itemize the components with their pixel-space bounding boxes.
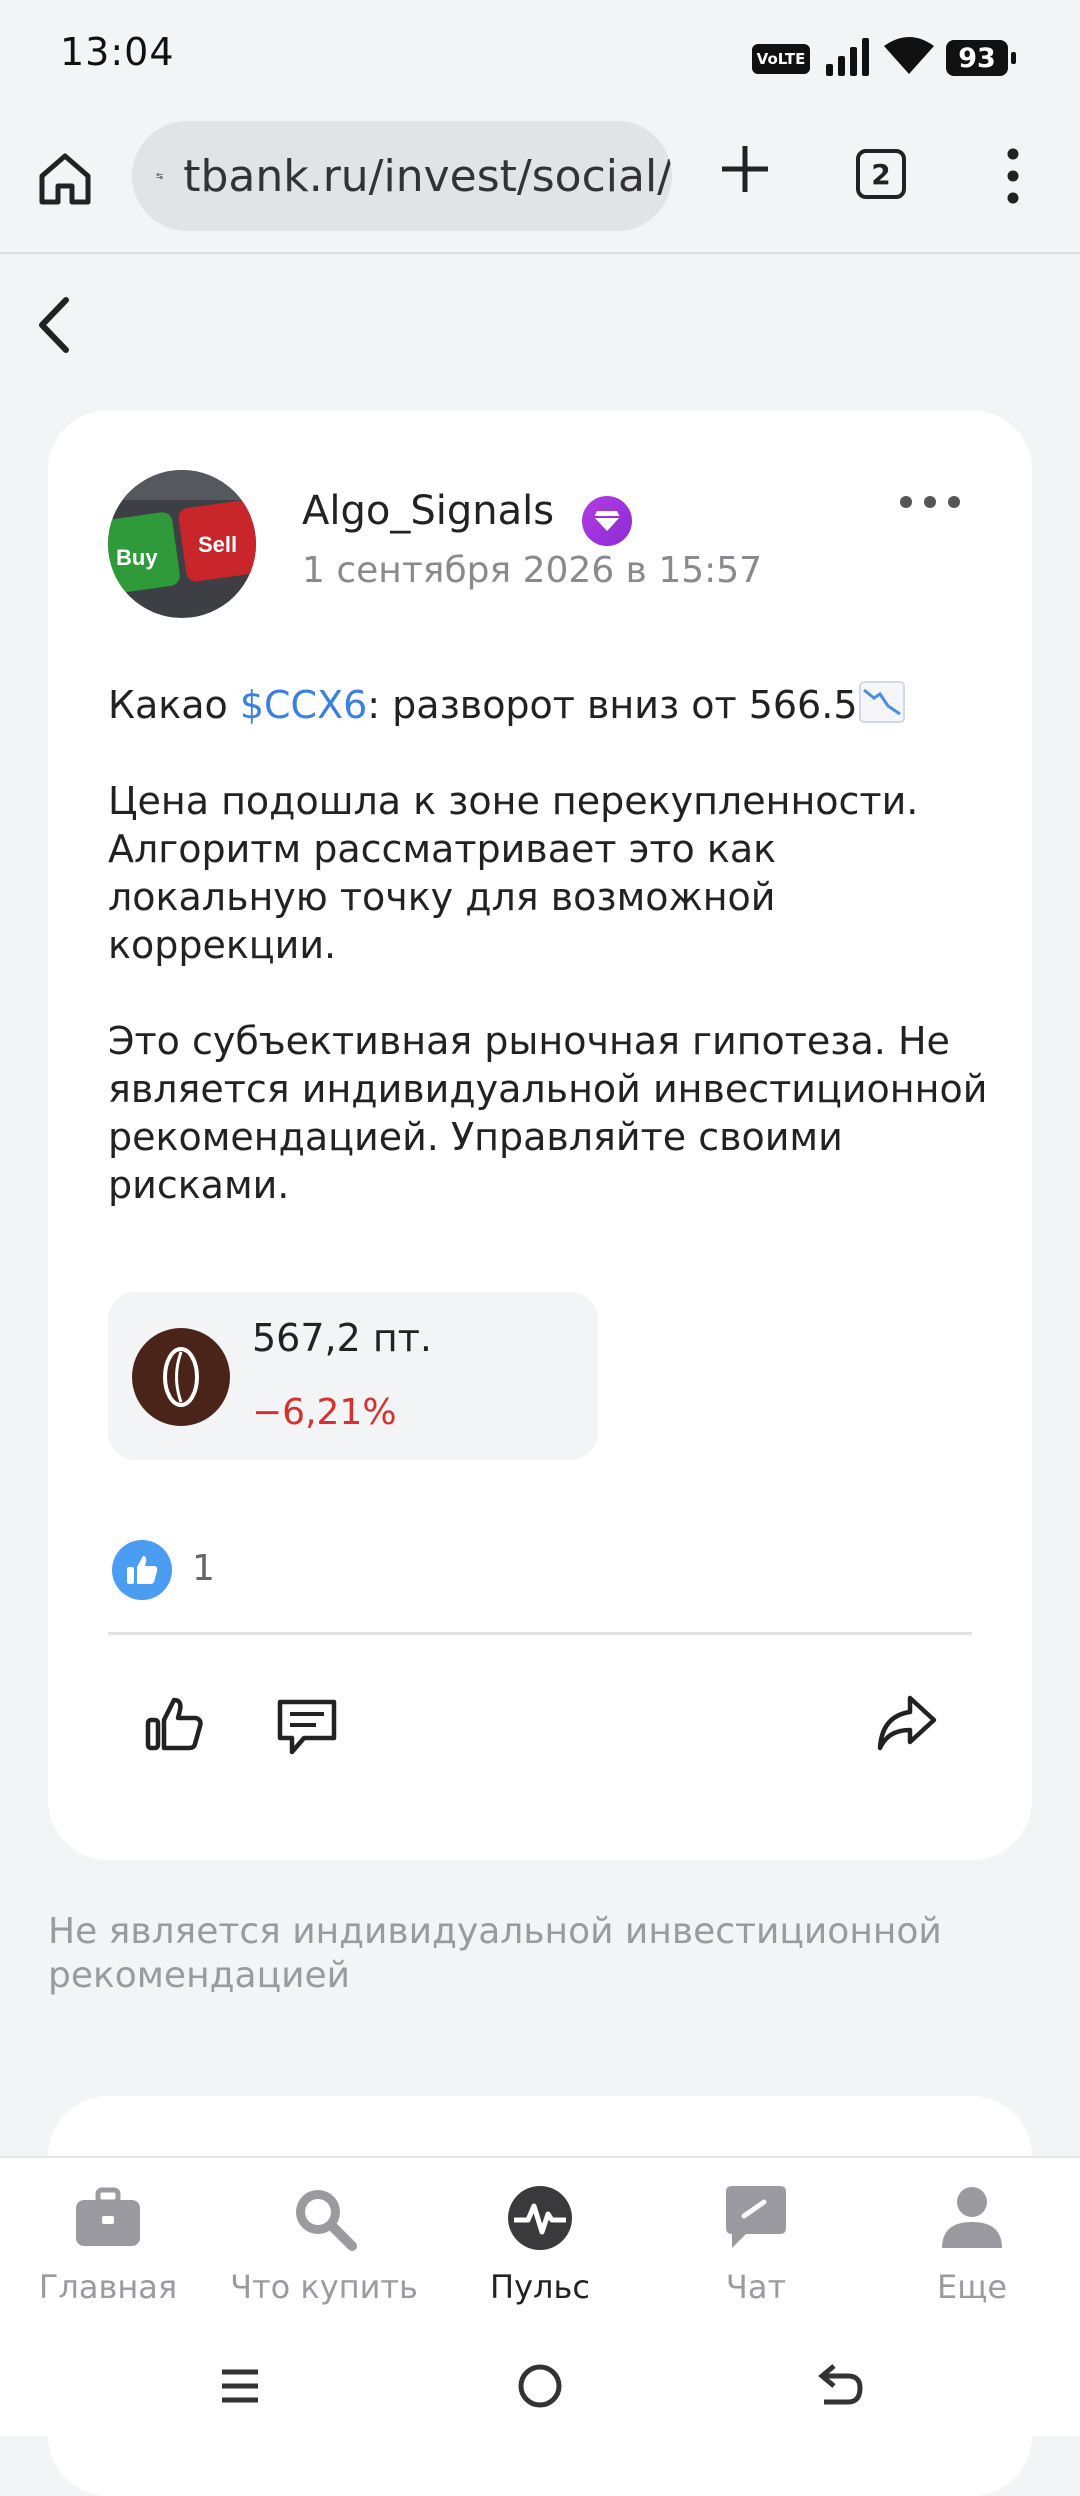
status-time: 13:04 <box>60 30 175 74</box>
post-paragraph-2: Это субъективная рыночная гипотеза. Не я… <box>108 1019 988 1207</box>
like-button-icon[interactable] <box>144 1694 206 1756</box>
bottom-navigation: Главная Что купить Пульс Чат Еще <box>0 2156 1080 2326</box>
site-settings-icon[interactable] <box>156 158 163 194</box>
search-icon <box>296 2190 357 2251</box>
post-paragraph-1: Цена подошла к зоне перекупленности. Алг… <box>108 779 919 967</box>
cocoa-bean-icon <box>132 1328 230 1426</box>
instrument-card[interactable]: 567,2 пт. −6,21% <box>108 1292 598 1460</box>
battery-indicator: 93 <box>946 40 1016 76</box>
signal-icon <box>826 38 869 76</box>
nav-item-home[interactable]: Главная <box>0 2182 216 2306</box>
browser-toolbar: tbank.ru/invest/social/ 2 <box>0 118 1080 254</box>
back-system-icon[interactable] <box>808 2356 868 2416</box>
new-tab-icon[interactable] <box>712 136 778 202</box>
profile-icon <box>942 2187 1002 2248</box>
post-card: Buy Sell Algo_Signals 1 сентября 2026 в … <box>48 410 1032 1860</box>
briefcase-icon <box>76 2187 140 2246</box>
nav-item-what-to-buy[interactable]: Что купить <box>216 2182 432 2306</box>
back-arrow-icon[interactable] <box>30 290 80 360</box>
more-options-icon[interactable] <box>900 496 960 516</box>
chat-icon <box>726 2186 786 2248</box>
system-navigation-bar <box>0 2326 1080 2436</box>
wifi-icon <box>884 37 934 74</box>
status-bar: 13:04 VoLTE 93 <box>0 0 1080 118</box>
nav-item-more[interactable]: Еще <box>864 2182 1080 2306</box>
home-icon[interactable] <box>34 148 96 210</box>
instrument-price: 567,2 пт. <box>252 1316 432 1360</box>
post-date: 1 сентября 2026 в 15:57 <box>302 550 763 591</box>
likes-count: 1 <box>192 1548 215 1589</box>
nav-label-chat: Чат <box>725 2268 787 2306</box>
post-title: Какао $CCX6: разворот вниз от 566.5 <box>108 680 988 729</box>
comment-button-icon[interactable] <box>274 1694 340 1760</box>
avatar-buy-key: Buy <box>116 545 158 570</box>
post-title-prefix: Какао <box>108 683 240 727</box>
disclaimer-text: Не является индивидуальной инвестиционно… <box>48 1911 942 1996</box>
share-button-icon[interactable] <box>874 1690 938 1754</box>
home-circle-icon[interactable] <box>510 2356 570 2416</box>
premium-badge-icon <box>582 496 632 546</box>
nav-label-home: Главная <box>38 2268 178 2306</box>
post-title-suffix: : разворот вниз от 566.5 <box>367 683 858 727</box>
post-body: Какао $CCX6: разворот вниз от 566.5 Цена… <box>108 680 988 1257</box>
divider <box>108 1632 972 1635</box>
avatar-sell-key: Sell <box>198 532 237 557</box>
author-name[interactable]: Algo_Signals <box>302 488 554 534</box>
pulse-icon <box>508 2186 572 2250</box>
url-text: tbank.ru/invest/social/ <box>183 150 672 202</box>
ticker-link[interactable]: $CCX6 <box>240 683 367 727</box>
volte-indicator: VoLTE <box>752 44 810 74</box>
author-avatar[interactable]: Buy Sell <box>108 470 256 618</box>
recents-icon[interactable] <box>210 2356 270 2416</box>
nav-label-more: Еще <box>936 2268 1008 2306</box>
tab-switcher-button[interactable]: 2 <box>856 149 906 199</box>
browser-menu-icon[interactable] <box>1000 146 1026 206</box>
nav-label-pulse: Пульс <box>490 2268 590 2306</box>
nav-item-pulse[interactable]: Пульс <box>432 2182 648 2306</box>
address-bar[interactable]: tbank.ru/invest/social/ <box>132 121 672 231</box>
nav-label-what-to-buy: Что купить <box>230 2268 418 2306</box>
like-reaction-icon[interactable] <box>112 1540 172 1600</box>
instrument-change: −6,21% <box>252 1392 397 1433</box>
nav-item-chat[interactable]: Чат <box>648 2182 864 2306</box>
chart-decreasing-icon <box>858 681 905 723</box>
